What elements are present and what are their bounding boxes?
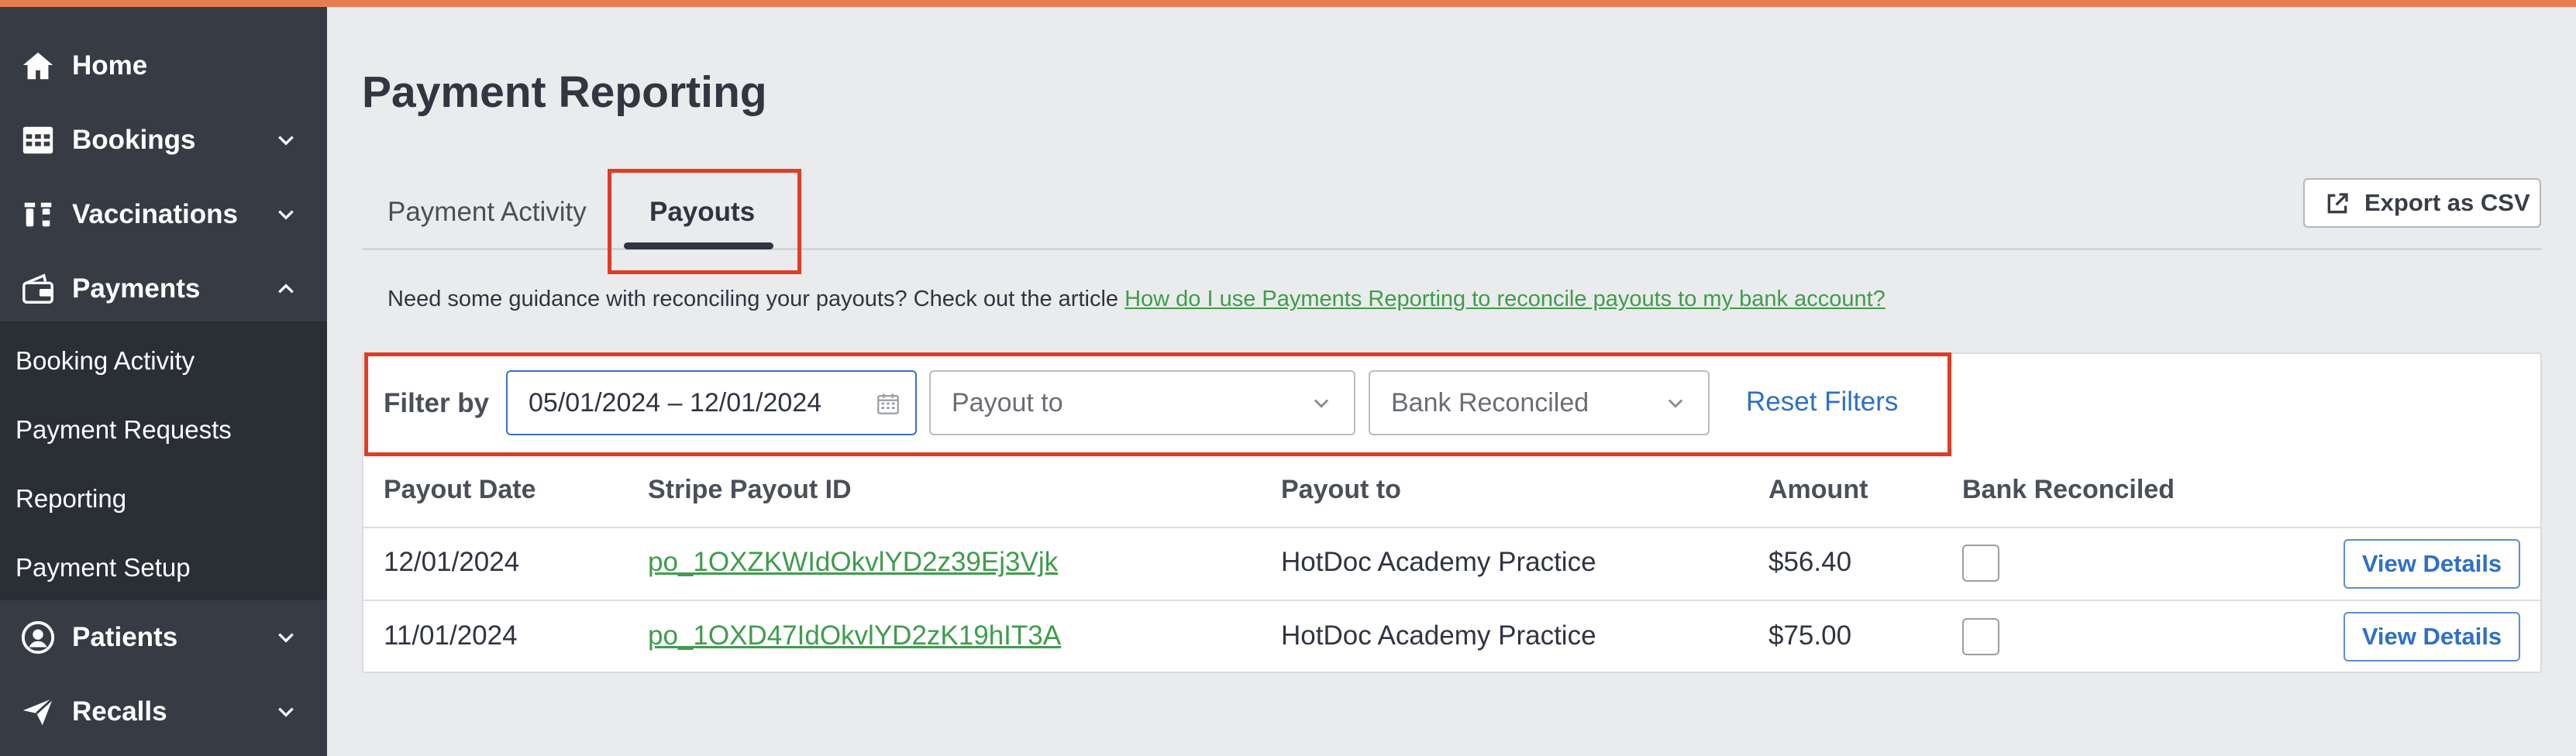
sidebar-subitem-booking-activity[interactable]: Booking Activity — [15, 346, 195, 376]
sidebar: Home Bookings Vaccinations Payments Book… — [0, 7, 327, 756]
external-link-icon — [2325, 191, 2350, 216]
tab-payment-activity[interactable]: Payment Activity — [387, 197, 587, 228]
wallet-icon — [19, 270, 57, 308]
payout-date-cell: 12/01/2024 — [384, 547, 520, 577]
payout-id-link[interactable]: po_1OXZKWIdOkvlYD2z39Ej3Vjk — [648, 547, 1058, 578]
highlight-box-filters — [364, 352, 1951, 456]
sidebar-item-bookings[interactable]: Bookings — [0, 103, 327, 177]
column-header-stripe-payout-id: Stripe Payout ID — [648, 475, 852, 504]
top-accent-bar — [0, 0, 2576, 7]
column-header-bank-reconciled: Bank Reconciled — [1962, 475, 2175, 504]
column-header-payout-date: Payout Date — [384, 475, 536, 504]
sidebar-item-vaccinations[interactable]: Vaccinations — [0, 177, 327, 252]
sidebar-item-label: Patients — [72, 622, 178, 652]
guidance-text: Need some guidance with reconciling your… — [387, 287, 1886, 312]
payout-to-cell: HotDoc Academy Practice — [1281, 547, 1596, 577]
sidebar-subitem-reporting[interactable]: Reporting — [15, 484, 126, 514]
chevron-down-icon — [274, 203, 298, 226]
payments-submenu: Booking Activity Payment Requests Report… — [0, 321, 327, 600]
bank-reconciled-checkbox[interactable] — [1962, 545, 1999, 582]
payout-id-link[interactable]: po_1OXD47IdOkvlYD2zK19hIT3A — [648, 620, 1061, 651]
chevron-up-icon — [274, 277, 298, 301]
export-csv-label: Export as CSV — [2364, 189, 2530, 216]
bank-reconciled-checkbox[interactable] — [1962, 618, 1999, 655]
highlight-box-payouts-tab — [608, 169, 801, 274]
vials-icon — [19, 195, 57, 234]
amount-cell: $75.00 — [1768, 620, 1852, 651]
sidebar-item-home[interactable]: Home — [0, 29, 327, 103]
sidebar-item-label: Recalls — [72, 696, 167, 727]
payout-to-cell: HotDoc Academy Practice — [1281, 620, 1596, 651]
guidance-text-body: Need some guidance with reconciling your… — [387, 287, 1125, 311]
amount-cell: $56.40 — [1768, 547, 1852, 577]
table-divider — [363, 600, 2540, 601]
page-title: Payment Reporting — [362, 67, 767, 117]
paper-plane-icon — [19, 692, 57, 731]
sidebar-item-label: Vaccinations — [72, 199, 238, 229]
home-icon — [19, 46, 57, 85]
view-details-button[interactable]: View Details — [2344, 612, 2520, 662]
sidebar-item-label: Bookings — [72, 125, 196, 155]
column-header-amount: Amount — [1768, 475, 1868, 504]
user-circle-icon — [19, 618, 57, 657]
sidebar-item-patients[interactable]: Patients — [0, 600, 327, 675]
sidebar-item-recalls[interactable]: Recalls — [0, 675, 327, 749]
sidebar-subitem-payment-setup[interactable]: Payment Setup — [15, 553, 191, 582]
calendar-grid-icon — [19, 121, 57, 160]
chevron-down-icon — [274, 700, 298, 723]
chevron-down-icon — [274, 129, 298, 152]
payout-date-cell: 11/01/2024 — [384, 620, 518, 651]
sidebar-item-payments[interactable]: Payments — [0, 252, 327, 326]
table-divider — [363, 527, 2540, 528]
sidebar-item-label: Home — [72, 50, 148, 81]
export-csv-button[interactable]: Export as CSV — [2303, 178, 2541, 228]
view-details-button[interactable]: View Details — [2344, 539, 2520, 589]
sidebar-item-label: Payments — [72, 273, 201, 304]
sidebar-subitem-payment-requests[interactable]: Payment Requests — [15, 415, 232, 445]
chevron-down-icon — [274, 626, 298, 649]
guidance-article-link[interactable]: How do I use Payments Reporting to recon… — [1124, 287, 1886, 311]
column-header-payout-to: Payout to — [1281, 475, 1401, 504]
